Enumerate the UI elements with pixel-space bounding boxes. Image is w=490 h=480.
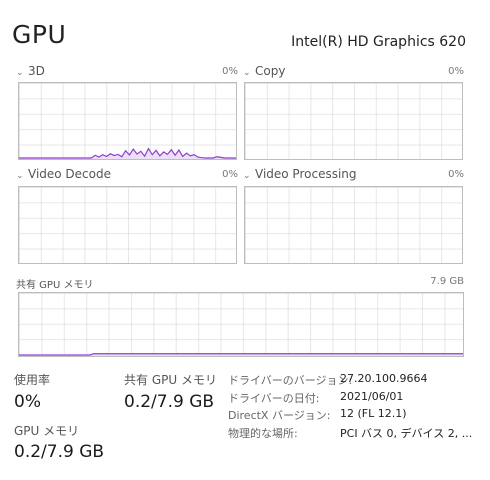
graph-video-processing-label: Video Processing (255, 167, 357, 181)
graph-copy-label: Copy (255, 64, 286, 78)
chevron-down-icon: ⌄ (16, 171, 24, 181)
utilization-value: 0% (14, 392, 41, 412)
graph-shared-memory-value: 7.9 GB (430, 276, 464, 287)
utilization-label: 使用率 (14, 373, 51, 387)
graph-3d-selector[interactable]: ⌄ 3D (16, 64, 45, 78)
chevron-down-icon: ⌄ (243, 171, 251, 181)
graph-3d-plot (19, 147, 236, 159)
gpu-memory-label: GPU メモリ (14, 424, 80, 438)
driver-date-label: ドライバーの日付: (228, 392, 320, 405)
graph-video-decode-value: 0% (222, 169, 238, 180)
chevron-down-icon: ⌄ (16, 68, 24, 78)
adapter-name: Intel(R) HD Graphics 620 (291, 34, 466, 50)
driver-date-value: 2021/06/01 (340, 390, 404, 403)
directx-version-label: DirectX バージョン: (228, 409, 331, 422)
graph-3d (18, 82, 237, 160)
graph-shared-memory-plot (19, 353, 463, 356)
graph-video-decode (18, 186, 237, 264)
directx-version-value: 12 (FL 12.1) (340, 407, 407, 420)
graph-video-processing (244, 186, 463, 264)
graph-copy (244, 82, 463, 160)
graph-shared-memory-label: 共有 GPU メモリ (16, 280, 94, 291)
page-title: GPU (12, 20, 67, 49)
graph-3d-value: 0% (222, 66, 238, 77)
driver-version-value: 27.20.100.9664 (340, 372, 428, 385)
graph-3d-label: 3D (28, 64, 45, 78)
shared-gpu-memory-value: 0.2/7.9 GB (124, 392, 215, 412)
graph-copy-selector[interactable]: ⌄ Copy (243, 64, 285, 78)
graph-video-processing-selector[interactable]: ⌄ Video Processing (243, 167, 357, 181)
physical-location-label: 物理的な場所: (228, 427, 298, 440)
graph-video-decode-label: Video Decode (28, 167, 111, 181)
physical-location-value: PCI バス 0, デバイス 2, ... (340, 427, 473, 440)
shared-gpu-memory-label: 共有 GPU メモリ (124, 373, 217, 387)
driver-version-label: ドライバーのバージョン: (228, 374, 353, 387)
chevron-down-icon: ⌄ (243, 68, 251, 78)
graph-video-decode-selector[interactable]: ⌄ Video Decode (16, 167, 111, 181)
graph-copy-value: 0% (448, 66, 464, 77)
graph-shared-memory (18, 292, 464, 357)
gpu-memory-value: 0.2/7.9 GB (14, 442, 105, 462)
graph-video-processing-value: 0% (448, 169, 464, 180)
